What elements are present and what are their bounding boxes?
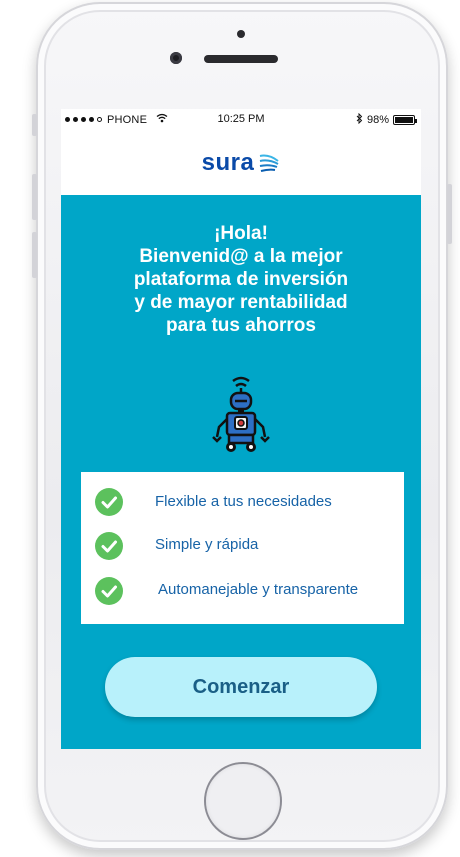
feature-label: Simple y rápida [155,536,259,553]
welcome-line: ¡Hola! [214,223,268,244]
feature-label: Flexible a tus necesidades [155,493,332,510]
feature-item: Flexible a tus necesidades [81,486,404,518]
app-header: sura [61,131,421,195]
features-card: Flexible a tus necesidades Simple y rápi… [81,472,404,624]
check-circle-icon [95,577,123,605]
proximity-sensor [170,52,182,64]
power-button [447,184,452,244]
robot-icon [212,376,270,452]
app-screen: PHONE 10:25 PM 98% sura ¡Hola! Bienvenid… [61,109,421,749]
volume-down-button [32,174,37,220]
check-circle-icon [95,532,123,560]
welcome-line: y de mayor rentabilidad [134,292,348,313]
front-camera [237,30,245,38]
welcome-line: Bienvenid@ a la mejor [139,246,343,267]
bluetooth-icon [356,112,363,127]
volume-button [32,232,37,278]
status-bar: PHONE 10:25 PM 98% [61,109,421,131]
start-button[interactable]: Comenzar [105,657,377,717]
feature-item: Automanejable y transparente [81,575,404,607]
welcome-line: plataforma de inversión [133,269,349,290]
sura-logo: sura [202,149,281,177]
volume-up-button [32,114,37,136]
welcome-line: para tus ahorros [166,315,316,336]
feature-label: Automanejable y transparente [158,581,359,598]
battery-icon [393,115,417,125]
battery-percentage: 98% [366,114,389,126]
check-circle-icon [95,488,123,516]
status-right: 98% [356,112,417,127]
logo-text: sura [201,149,255,176]
feature-item: Simple y rápida [81,530,404,562]
home-button[interactable] [204,762,282,840]
logo-wing-icon [260,154,279,172]
welcome-message: ¡Hola! Bienvenid@ a la mejor plataforma … [61,222,421,337]
earpiece-speaker [204,55,278,63]
battery-fill [395,117,413,123]
